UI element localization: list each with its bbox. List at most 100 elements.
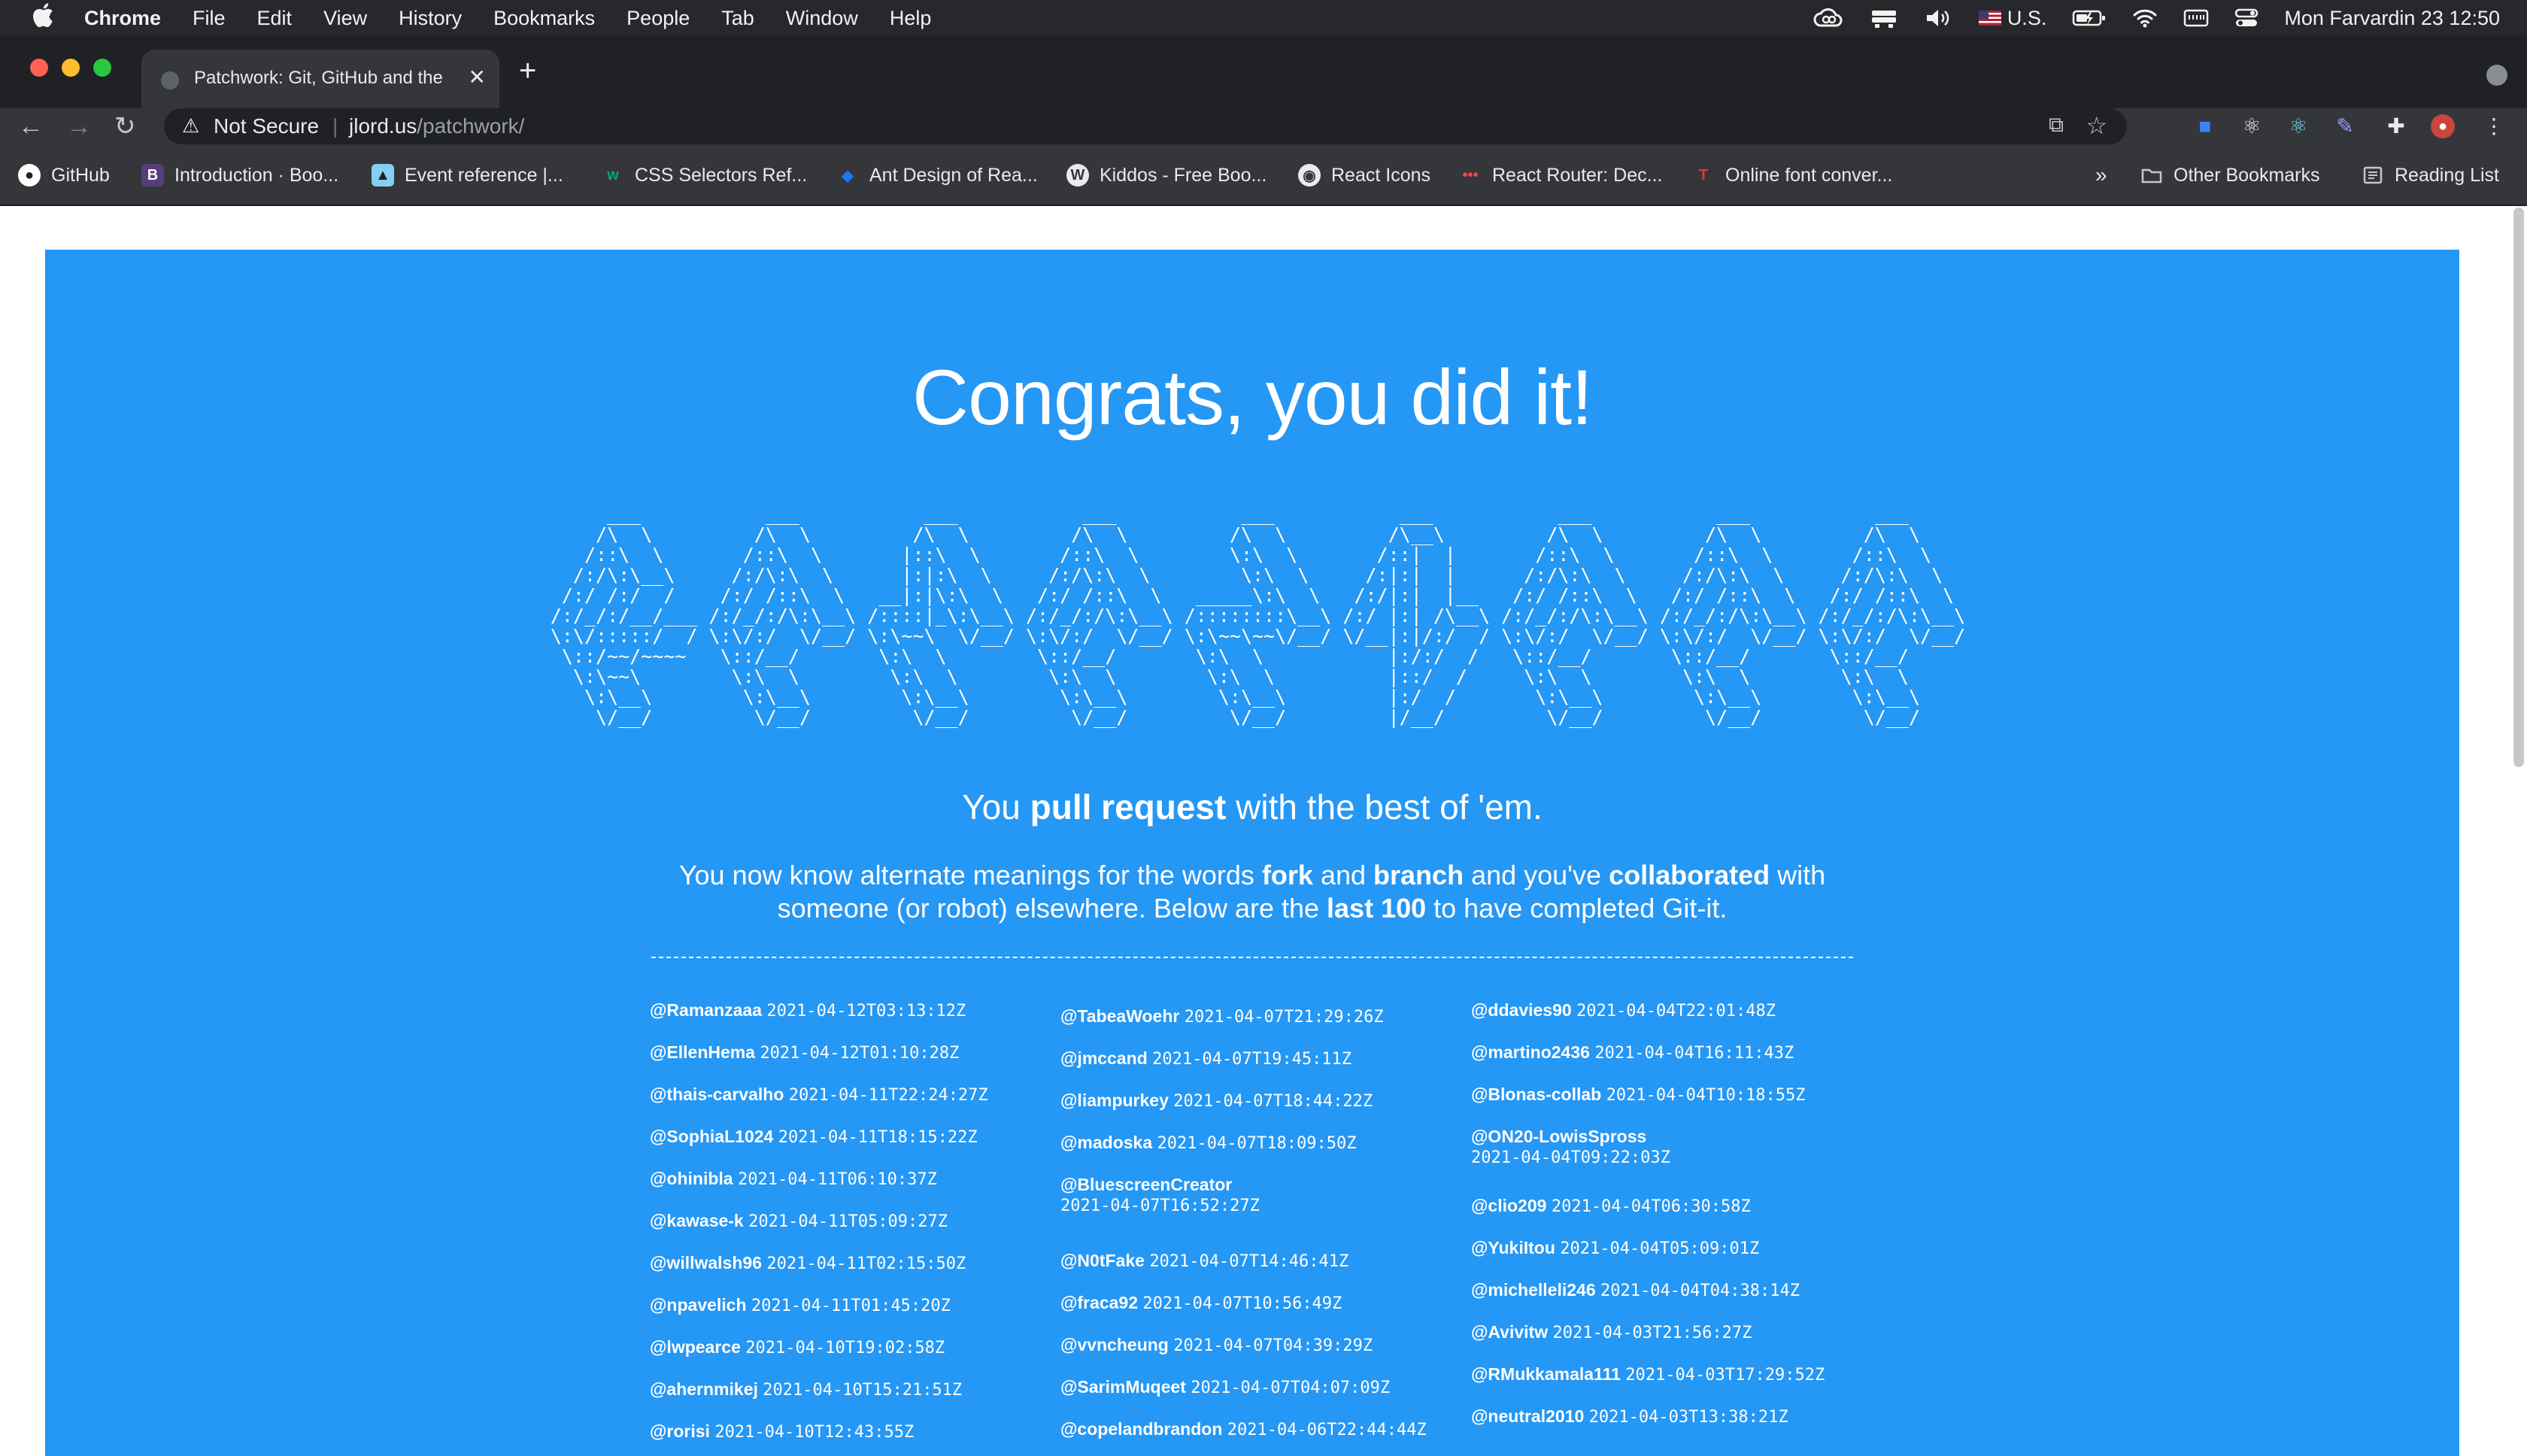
username-link[interactable]: @ahernmikej bbox=[650, 1379, 758, 1399]
react-devtools-icon[interactable]: ⚛ bbox=[2286, 114, 2310, 138]
tagline-pre: You bbox=[962, 787, 1030, 827]
username-link[interactable]: @Avivitw bbox=[1471, 1322, 1548, 1342]
completion-entry: @ddavies90 2021-04-04T22:01:48Z bbox=[1471, 1000, 1862, 1042]
forward-arrow-icon[interactable]: → bbox=[66, 113, 92, 140]
extension-atom-icon[interactable]: ⚛ bbox=[2240, 114, 2264, 138]
close-window-button[interactable] bbox=[30, 59, 48, 77]
bookmark-ant-design[interactable]: ◆ Ant Design of Rea... bbox=[836, 162, 1037, 188]
control-center-icon[interactable] bbox=[2234, 8, 2259, 29]
username-link[interactable]: @liampurkey bbox=[1060, 1090, 1169, 1110]
extensions-puzzle-icon[interactable]: ✚ bbox=[2384, 114, 2408, 138]
keyboard-icon[interactable] bbox=[2183, 8, 2209, 28]
menu-help[interactable]: Help bbox=[890, 7, 932, 30]
volume-icon[interactable] bbox=[1925, 8, 1953, 29]
username-link[interactable]: @ohinibla bbox=[650, 1169, 733, 1188]
address-bar[interactable]: ⚠ Not Secure | jlord.us/patchwork/ ⧉ ☆ bbox=[164, 108, 2127, 144]
username-link[interactable]: @SophiaL1024 bbox=[650, 1127, 773, 1146]
username-link[interactable]: @vvncheung bbox=[1060, 1335, 1169, 1354]
url-text[interactable]: jlord.us/patchwork/ bbox=[349, 114, 524, 138]
username-link[interactable]: @thais-carvalho bbox=[650, 1084, 784, 1104]
bookmark-react-router[interactable]: ••• React Router: Dec... bbox=[1459, 162, 1662, 188]
username-link[interactable]: @Blonas-collab bbox=[1471, 1084, 1601, 1104]
clock-datetime[interactable]: Mon Farvardin 23 12:50 bbox=[2284, 7, 2500, 30]
username-link[interactable]: @N0tFake bbox=[1060, 1251, 1145, 1270]
menu-tab[interactable]: Tab bbox=[721, 7, 754, 30]
w3schools-icon: w bbox=[607, 166, 619, 184]
menu-history[interactable]: History bbox=[399, 7, 462, 30]
username-link[interactable]: @YukiItou bbox=[1471, 1238, 1555, 1257]
creative-cloud-icon[interactable] bbox=[1813, 8, 1843, 29]
username-link[interactable]: @ON20-LowisSpross bbox=[1471, 1127, 1646, 1146]
username-link[interactable]: @kawase-k bbox=[650, 1211, 744, 1230]
back-arrow-icon[interactable]: ← bbox=[18, 113, 44, 140]
menu-view[interactable]: View bbox=[323, 7, 367, 30]
username-link[interactable]: @neutral2010 bbox=[1471, 1406, 1584, 1426]
username-link[interactable]: @BluescreenCreator bbox=[1060, 1175, 1232, 1194]
menu-window[interactable]: Window bbox=[786, 7, 858, 30]
bookmark-react-icons[interactable]: ◉ React Icons bbox=[1298, 162, 1430, 188]
username-link[interactable]: @martino2436 bbox=[1471, 1042, 1590, 1062]
warning-triangle-icon[interactable]: ⚠ bbox=[182, 114, 199, 138]
username-link[interactable]: @RMukkamala111 bbox=[1471, 1364, 1621, 1384]
bookmark-mdn[interactable]: ▲ Event reference |... bbox=[372, 162, 563, 188]
intro-text: to have completed Git-it. bbox=[1426, 893, 1728, 924]
username-link[interactable]: @michelleli246 bbox=[1471, 1280, 1596, 1300]
bookmark-w3schools[interactable]: w CSS Selectors Ref... bbox=[602, 162, 807, 188]
completions-column-3: @ddavies90 2021-04-04T22:01:48Z @martino… bbox=[1471, 1000, 1862, 1448]
extension-square-icon[interactable]: ■ bbox=[2193, 114, 2217, 138]
username-link[interactable]: @madoska bbox=[1060, 1133, 1152, 1152]
menu-bookmarks[interactable]: Bookmarks bbox=[493, 7, 595, 30]
menu-file[interactable]: File bbox=[193, 7, 226, 30]
new-tab-button[interactable]: + bbox=[519, 56, 536, 86]
input-source-flag-icon[interactable]: U.S. bbox=[1978, 7, 2046, 30]
username-link[interactable]: @Ramanzaaa bbox=[650, 1000, 762, 1020]
page-scrollbar-thumb[interactable] bbox=[2513, 208, 2524, 767]
username-link[interactable]: @ddavies90 bbox=[1471, 1000, 1572, 1020]
other-bookmarks-folder[interactable]: Other Bookmarks bbox=[2140, 162, 2320, 188]
wifi-icon[interactable] bbox=[2132, 8, 2158, 29]
username-link[interactable]: @npavelich bbox=[650, 1295, 747, 1315]
mdn-icon: ▲ bbox=[372, 164, 394, 187]
menu-people[interactable]: People bbox=[626, 7, 690, 30]
username-link[interactable]: @copelandbrandon bbox=[1060, 1419, 1222, 1439]
battery-charging-icon[interactable] bbox=[2072, 9, 2107, 27]
sharing-icon[interactable] bbox=[1869, 8, 1899, 29]
apple-menu-icon[interactable] bbox=[32, 2, 54, 34]
menu-edit[interactable]: Edit bbox=[257, 7, 293, 30]
completion-entry: @Avivitw 2021-04-03T21:56:27Z bbox=[1471, 1322, 1862, 1364]
congrats-panel: Congrats, you did it! ___ ___ ___ ___ __… bbox=[45, 250, 2459, 1456]
bookmark-github[interactable]: ● GitHub bbox=[18, 162, 110, 188]
bookmark-label: CSS Selectors Ref... bbox=[635, 164, 808, 186]
ant-design-icon: ◆ bbox=[842, 167, 854, 184]
minimize-window-button[interactable] bbox=[62, 59, 80, 77]
tab-search-button[interactable] bbox=[2486, 65, 2507, 86]
bookmark-star-icon[interactable]: ☆ bbox=[2086, 111, 2107, 140]
bookmark-bootstrap[interactable]: B Introduction · Boo... bbox=[141, 162, 338, 188]
username-link[interactable]: @clio209 bbox=[1471, 1196, 1546, 1215]
completion-entry: @copelandbrandon 2021-04-06T22:44:44Z bbox=[1060, 1419, 1452, 1456]
username-link[interactable]: @EllenHema bbox=[650, 1042, 755, 1062]
username-link[interactable]: @willwalsh96 bbox=[650, 1253, 762, 1272]
security-status[interactable]: Not Secure bbox=[214, 114, 319, 138]
reload-icon[interactable]: ↻ bbox=[114, 113, 136, 140]
tab-close-icon[interactable]: ✕ bbox=[469, 65, 486, 89]
username-link[interactable]: @rorisi bbox=[650, 1421, 710, 1441]
app-menu-chrome[interactable]: Chrome bbox=[84, 7, 161, 30]
profile-avatar[interactable]: ● bbox=[2431, 114, 2455, 138]
username-link[interactable]: @SarimMuqeet bbox=[1060, 1377, 1186, 1397]
completion-time: 2021-04-03T21:56:27Z bbox=[1552, 1324, 1752, 1342]
translate-icon[interactable]: ⧉ bbox=[2049, 113, 2064, 138]
username-link[interactable]: @fraca92 bbox=[1060, 1293, 1138, 1312]
username-link[interactable]: @jmccand bbox=[1060, 1048, 1148, 1068]
bookmarks-overflow-button[interactable]: » bbox=[2095, 162, 2107, 188]
username-link[interactable]: @lwpearce bbox=[650, 1337, 741, 1357]
username-link[interactable]: @TabeaWoehr bbox=[1060, 1006, 1179, 1026]
ascii-art-banner: ___ ___ ___ ___ ___ ___ ___ ___ ___ /\ \… bbox=[550, 503, 1966, 728]
reading-list-button[interactable]: Reading List bbox=[2362, 162, 2499, 188]
zoom-window-button[interactable] bbox=[93, 59, 111, 77]
extension-pen-icon[interactable]: ✎ bbox=[2333, 114, 2357, 138]
browser-menu-icon[interactable]: ⋮ bbox=[2482, 114, 2506, 138]
bookmark-kiddos[interactable]: W Kiddos - Free Boo... bbox=[1066, 162, 1267, 188]
tab-patchwork[interactable]: Patchwork: Git, GitHub and the ✕ bbox=[141, 50, 499, 108]
bookmark-font-converter[interactable]: T Online font conver... bbox=[1692, 162, 1892, 188]
